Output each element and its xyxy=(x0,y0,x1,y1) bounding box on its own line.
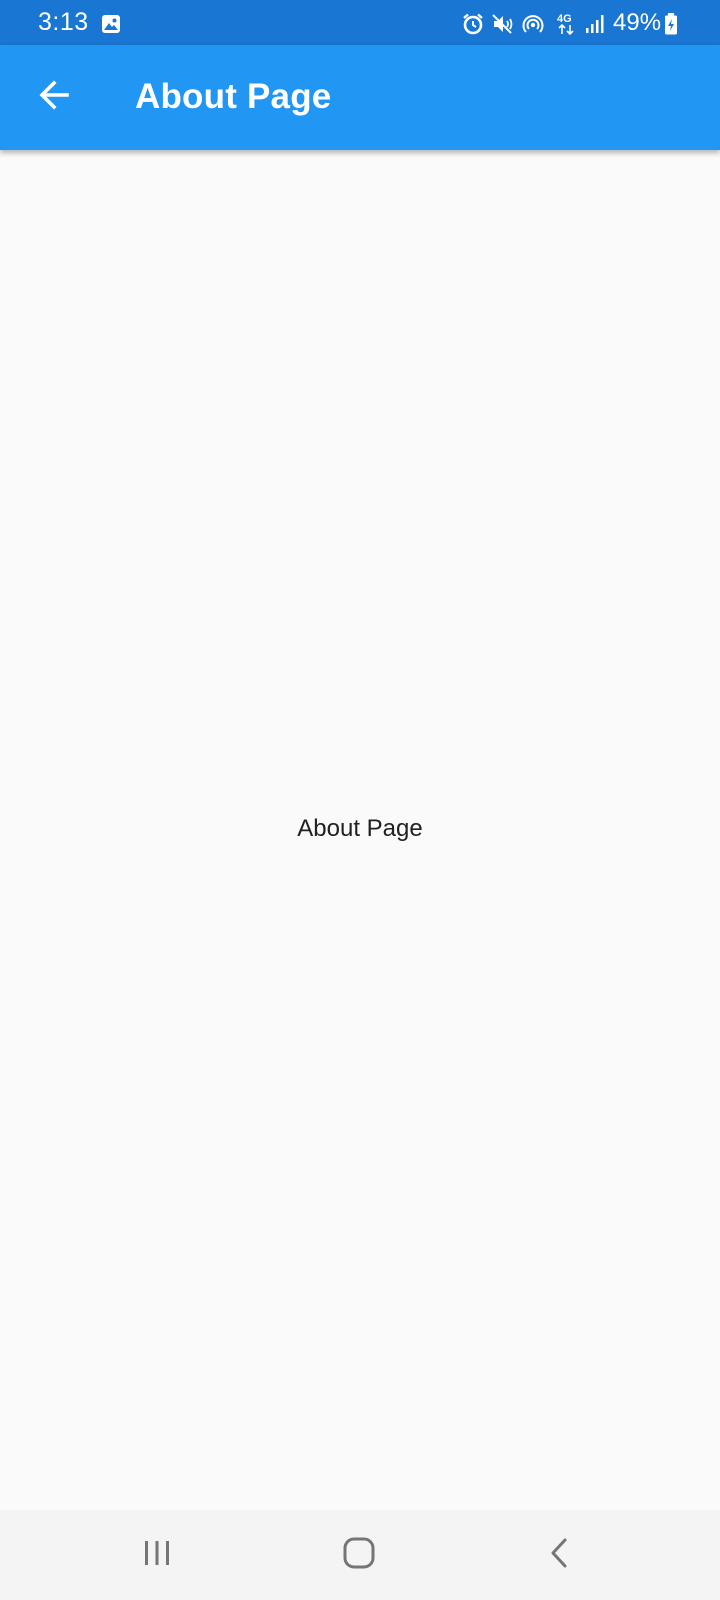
system-back-button[interactable] xyxy=(530,1525,590,1585)
back-button[interactable] xyxy=(22,65,86,129)
screen: 3:13 4G 49% About Page About Page xyxy=(0,0,720,1600)
about-text: About Page xyxy=(297,815,423,842)
status-bar: 3:13 4G 49% xyxy=(0,0,720,45)
signal-icon xyxy=(583,12,607,36)
hotspot-icon xyxy=(521,12,545,36)
battery-icon xyxy=(664,12,678,36)
status-time: 3:13 xyxy=(38,8,89,36)
system-nav-bar xyxy=(0,1510,720,1600)
page-title: About Page xyxy=(135,77,332,116)
arrow-left-icon xyxy=(37,78,71,117)
alarm-icon xyxy=(461,12,485,36)
home-button[interactable] xyxy=(329,1525,389,1585)
mute-icon xyxy=(491,12,515,36)
app-bar: About Page xyxy=(0,45,720,150)
battery-percent: 49% xyxy=(613,9,662,36)
gallery-icon xyxy=(101,14,121,34)
4g-label: 4G xyxy=(557,13,572,25)
content-area: About Page xyxy=(0,150,720,1510)
recent-apps-icon xyxy=(140,1536,174,1575)
4g-data-icon: 4G xyxy=(556,12,578,36)
home-icon xyxy=(341,1535,377,1576)
recent-apps-button[interactable] xyxy=(127,1525,187,1585)
back-icon xyxy=(545,1536,575,1575)
